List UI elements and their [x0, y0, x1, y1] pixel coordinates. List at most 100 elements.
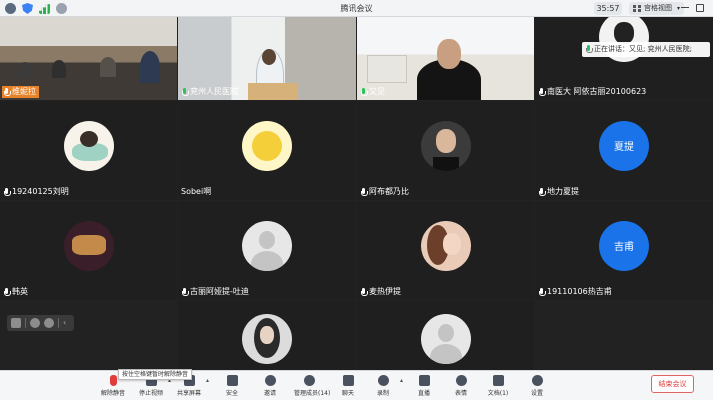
microphone-icon	[585, 45, 593, 54]
record-button[interactable]: 录制 ▴	[368, 374, 403, 400]
microphone-icon	[360, 287, 368, 297]
document-icon	[492, 375, 504, 386]
participant-avatar	[63, 120, 114, 171]
meeting-timer: 35:57	[594, 2, 622, 15]
video-tile[interactable]: 又见	[357, 17, 534, 100]
microphone-icon	[181, 287, 189, 297]
chat-button[interactable]: 聊天	[333, 374, 363, 400]
avatar-drawing	[614, 21, 634, 44]
tile-name-label: 古丽阿娅提-吐迪	[180, 286, 252, 298]
unmute-tooltip: 按住空格键暂时解除静音	[118, 369, 193, 380]
tile-name-label: Sobei啊	[180, 186, 214, 198]
microphone-icon	[3, 287, 11, 297]
participant-avatar	[420, 120, 471, 171]
microphone-icon	[181, 87, 189, 97]
microphone-icon	[360, 187, 368, 197]
participant-avatar	[242, 220, 292, 271]
chevron-up-icon[interactable]: ▴	[400, 377, 403, 384]
avatar-drawing	[260, 325, 274, 344]
live-icon	[418, 375, 430, 386]
participant-name: 南医大 阿依古丽20100623	[547, 87, 647, 96]
video-tile[interactable]: 阿布都乃比	[357, 101, 534, 200]
security-button[interactable]: 安全	[217, 374, 247, 400]
participant-head	[262, 49, 276, 65]
participant-name: 地力夏提	[547, 187, 579, 196]
camera-icon[interactable]	[30, 318, 40, 328]
desk	[248, 83, 298, 100]
video-tile[interactable]	[357, 301, 534, 370]
speaking-indicator: 正在讲话：又见; 兖州人民医院;	[582, 42, 710, 57]
avatar-drawing	[435, 128, 456, 153]
chevron-up-icon[interactable]: ▴	[206, 377, 209, 384]
divider	[25, 318, 26, 328]
unmute-label: 解除静音	[100, 390, 125, 397]
divider	[58, 318, 59, 328]
rotate-icon[interactable]	[44, 318, 54, 328]
end-meeting-button[interactable]: 结束会议	[651, 375, 694, 393]
participant-avatar	[420, 313, 471, 364]
microphone-icon	[3, 187, 11, 197]
video-tile[interactable]: 兖州人民医院	[178, 17, 356, 100]
members-icon	[303, 375, 315, 386]
tile-name-label: 兖州人民医院	[180, 86, 241, 98]
participant-avatar	[63, 220, 114, 271]
tile-name-label: 韩英	[2, 286, 31, 298]
participant-head	[437, 39, 461, 69]
participant-avatar	[242, 313, 292, 364]
avatar-drawing	[442, 232, 461, 255]
invite-label: 邀请	[263, 390, 276, 397]
chevron-left-icon[interactable]: ‹	[63, 318, 73, 328]
video-tile[interactable]: 古丽阿娅提-吐迪	[178, 201, 356, 300]
participant-name: 维妮拉	[12, 87, 36, 96]
manage-members-button[interactable]: 管理成员(14)	[294, 374, 330, 400]
smiley-face	[252, 130, 282, 161]
view-mode-button[interactable]: 宫格视图 ▾	[629, 2, 684, 15]
chat-label: 聊天	[341, 390, 354, 397]
avatar-drawing	[71, 234, 106, 255]
title-bar: 腾讯会议 35:57 宫格视图 ▾	[0, 0, 713, 17]
emoji-icon	[455, 375, 467, 386]
participant-name: 又见	[369, 87, 385, 96]
microphone-icon	[360, 87, 368, 97]
add-user-icon	[264, 375, 276, 386]
participant-avatar: 吉甫	[599, 220, 649, 271]
video-tile[interactable]	[178, 301, 356, 370]
avatar-drawing	[432, 156, 459, 171]
participant-name: Sobei啊	[181, 187, 212, 196]
emoji-button[interactable]: 表情	[446, 374, 476, 400]
participant-avatar: 夏提	[599, 120, 649, 171]
invite-button[interactable]: 邀请	[255, 374, 285, 400]
participant-name: 19240125刘明	[12, 187, 69, 196]
gear-icon	[531, 375, 543, 386]
documents-label: 文档(1)	[487, 390, 509, 397]
video-tile[interactable]: 吉甫 19110106热吉甫	[535, 201, 713, 300]
minimize-button[interactable]	[681, 3, 689, 12]
documents-button[interactable]: 文档(1)	[483, 374, 513, 400]
participant-avatar	[242, 120, 292, 171]
speaking-text: 正在讲话：又见; 兖州人民医院;	[594, 45, 692, 53]
video-tile[interactable]: 维妮拉	[0, 17, 177, 100]
live-button[interactable]: 直播	[409, 374, 439, 400]
video-tile[interactable]: 韩英	[0, 201, 177, 300]
settings-button[interactable]: 设置	[522, 374, 552, 400]
tile-name-label: 地力夏提	[537, 186, 582, 198]
participant-name: 阿布都乃比	[369, 187, 409, 196]
tile-name-label: 阿布都乃比	[359, 186, 412, 198]
chat-icon	[342, 375, 354, 386]
video-tile[interactable]: 19240125刘明	[0, 101, 177, 200]
video-tile[interactable]: 南医大 阿依古丽20100623	[535, 17, 713, 100]
video-grid: 维妮拉 兖州人民医院 又见 南医大 阿依古丽20100623 19240125刘…	[0, 17, 713, 370]
gallery-icon[interactable]	[11, 318, 21, 328]
participant-name: 韩英	[12, 287, 28, 296]
maximize-button[interactable]	[696, 4, 704, 12]
participant-name: 古丽阿娅提-吐迪	[190, 287, 249, 296]
microphone-icon	[538, 187, 546, 197]
settings-label: 设置	[530, 390, 543, 397]
participant-avatar	[420, 220, 471, 271]
video-tile[interactable]: 夏提 地力夏提	[535, 101, 713, 200]
video-tile[interactable]: 麦热伊提	[357, 201, 534, 300]
video-tile[interactable]: Sobei啊	[178, 101, 356, 200]
tile-name-label: 又见	[359, 86, 388, 98]
chevron-down-icon: ▾	[676, 5, 680, 12]
stop-video-label: 停止视频	[138, 390, 163, 397]
